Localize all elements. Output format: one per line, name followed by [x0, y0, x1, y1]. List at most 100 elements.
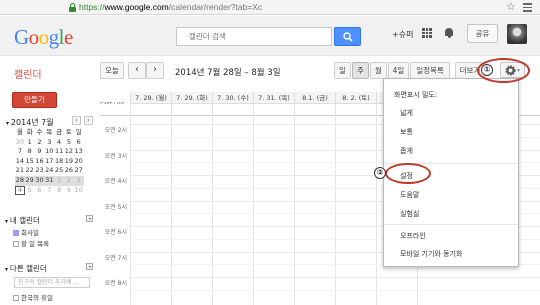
mini-cal-day[interactable]: 3 [74, 176, 84, 186]
density-option-comfortable[interactable]: 넓게 [400, 108, 413, 118]
mini-cal-day[interactable]: 2 [35, 138, 45, 148]
mini-cal-day[interactable]: 3 [44, 138, 54, 148]
apps-grid-icon[interactable] [422, 28, 432, 38]
mini-cal-week-row[interactable]: 21 22 23 24 25 26 27 [15, 166, 84, 176]
avatar[interactable] [507, 24, 527, 44]
mini-cal-day[interactable]: 6 [35, 186, 45, 196]
mini-calendar-month[interactable]: ▾ 2014년 7월 [6, 117, 54, 128]
mini-cal-day[interactable]: 14 [15, 157, 25, 167]
calendar-color-swatch [13, 295, 19, 301]
calendar-title[interactable]: 캘린더 [14, 66, 42, 81]
density-option-compact[interactable]: 좁게 [400, 146, 413, 156]
calendar-item-tasks[interactable]: 할 일 목록 [13, 238, 49, 248]
browser-address-bar[interactable]: https://www.google.com/calendar/render?t… [0, 0, 540, 15]
mini-cal-week-row[interactable]: 14 15 16 17 18 19 20 [15, 157, 84, 167]
my-calendars-menu-icon[interactable] [86, 215, 93, 222]
mini-cal-day[interactable]: 18 [54, 157, 64, 167]
mini-cal-prev-button[interactable]: ‹ [72, 116, 81, 125]
labs-menu-item[interactable]: 실험실 [400, 209, 419, 219]
mini-cal-day[interactable]: 31 [44, 176, 54, 186]
mini-cal-week-row[interactable]: 7 8 9 10 11 12 13 [15, 147, 84, 157]
mini-cal-day[interactable]: 8 [25, 147, 35, 157]
half-hour-line [130, 289, 540, 291]
mini-cal-day[interactable]: 7 [15, 147, 25, 157]
mini-cal-day[interactable]: 5 [25, 186, 35, 196]
mini-cal-week-row[interactable]: 28 29 30 31 1 2 3 [15, 175, 84, 186]
mini-cal-day[interactable]: 9 [35, 147, 45, 157]
calendar-item-holidays[interactable]: 한국의 휴일 [13, 292, 53, 302]
view-month-button[interactable]: 월 [370, 62, 387, 79]
mini-cal-day[interactable]: 30 [35, 176, 45, 186]
mini-cal-day[interactable]: 12 [64, 147, 74, 157]
mini-cal-day[interactable]: 17 [44, 157, 54, 167]
bookmark-star-icon[interactable]: ☆ [506, 0, 516, 13]
mini-cal-week-row[interactable]: 30 1 2 3 4 5 6 [15, 138, 84, 148]
mini-cal-day[interactable]: 13 [74, 147, 84, 157]
mini-cal-day[interactable]: 2 [64, 176, 74, 186]
mini-cal-day[interactable]: 1 [25, 138, 35, 148]
search-icon [343, 32, 353, 42]
search-button[interactable] [334, 27, 361, 46]
annotation-number-two: ② [374, 167, 386, 179]
plus-user-link[interactable]: +슈퍼 [392, 29, 413, 40]
mini-cal-day[interactable]: 8 [54, 186, 64, 196]
notifications-bell-icon[interactable] [444, 28, 454, 39]
my-calendars-header[interactable]: ▾ 내 캘린더 [5, 215, 40, 226]
mini-cal-day[interactable]: 30 [15, 138, 25, 148]
create-event-button[interactable]: 만들기 [12, 92, 57, 108]
mini-cal-day[interactable]: 4 [15, 185, 25, 196]
density-option-cozy[interactable]: 보통 [400, 127, 413, 137]
other-calendars-menu-icon[interactable] [86, 263, 93, 270]
mini-cal-day[interactable]: 24 [44, 166, 54, 176]
mini-cal-day[interactable]: 5 [64, 138, 74, 148]
search-box[interactable] [176, 27, 332, 46]
other-calendars-header[interactable]: ▾ 다른 캘린더 [5, 263, 47, 274]
today-button[interactable]: 오늘 [100, 62, 124, 79]
mini-cal-day[interactable]: 6 [74, 138, 84, 148]
prev-week-button[interactable]: ‹ [128, 62, 146, 79]
mini-cal-day[interactable]: 4 [54, 138, 64, 148]
offline-menu-item[interactable]: 오프라인 [400, 231, 426, 241]
day-column-header[interactable]: 8. 2. (토) [335, 92, 376, 104]
day-column-header[interactable]: 7. 29. (화) [171, 92, 212, 104]
day-column-header[interactable]: 7. 30. (수) [212, 92, 253, 104]
mini-cal-day[interactable]: 29 [25, 176, 35, 186]
mini-cal-week-row[interactable]: 4 5 6 7 8 9 10 [15, 185, 84, 196]
mini-cal-day[interactable]: 27 [74, 166, 84, 176]
calendar-color-swatch [13, 230, 19, 236]
mini-cal-day[interactable]: 25 [54, 166, 64, 176]
day-column-header[interactable]: 7. 31. (목) [253, 92, 294, 104]
mini-cal-day[interactable]: 28 [15, 176, 25, 186]
view-agenda-button[interactable]: 일정목록 [410, 62, 450, 79]
mini-cal-next-button[interactable]: › [84, 116, 93, 125]
mini-cal-day[interactable]: 1 [54, 176, 64, 186]
search-input[interactable] [177, 28, 331, 45]
mini-cal-day[interactable]: 9 [64, 186, 74, 196]
mini-cal-day[interactable]: 19 [64, 157, 74, 167]
next-week-button[interactable]: › [146, 62, 164, 79]
mini-cal-day[interactable]: 15 [25, 157, 35, 167]
mini-cal-day[interactable]: 23 [35, 166, 45, 176]
day-column-header[interactable]: 7. 28. (월) [130, 92, 171, 104]
add-friend-calendar-input[interactable]: 친구의 캘린더 추가예 ... [14, 277, 90, 288]
mini-cal-day[interactable]: 16 [35, 157, 45, 167]
view-4days-button[interactable]: 4일 [388, 62, 409, 79]
mini-cal-day[interactable]: 11 [54, 147, 64, 157]
browser-menu-icon[interactable] [523, 3, 532, 14]
mini-cal-day[interactable]: 20 [74, 157, 84, 167]
view-week-button[interactable]: 주 [352, 62, 369, 79]
day-column-header[interactable]: 8.1. (금) [294, 92, 335, 104]
mini-cal-day[interactable]: 26 [64, 166, 74, 176]
help-menu-item[interactable]: 도움말 [400, 190, 419, 200]
mini-cal-day[interactable]: 10 [44, 147, 54, 157]
share-button[interactable]: 공유 [467, 24, 498, 43]
mobile-sync-menu-item[interactable]: 모바일 기기와 동기화 [400, 249, 462, 259]
mini-cal-day[interactable]: 10 [74, 186, 84, 196]
google-logo[interactable]: Google [14, 25, 73, 50]
url-text[interactable]: https://www.google.com/calendar/render?t… [79, 2, 262, 12]
calendar-item-work[interactable]: 회사일 [13, 227, 39, 237]
view-day-button[interactable]: 일 [334, 62, 351, 79]
mini-cal-day[interactable]: 21 [15, 166, 25, 176]
mini-cal-day[interactable]: 7 [44, 186, 54, 196]
mini-cal-day[interactable]: 22 [25, 166, 35, 176]
